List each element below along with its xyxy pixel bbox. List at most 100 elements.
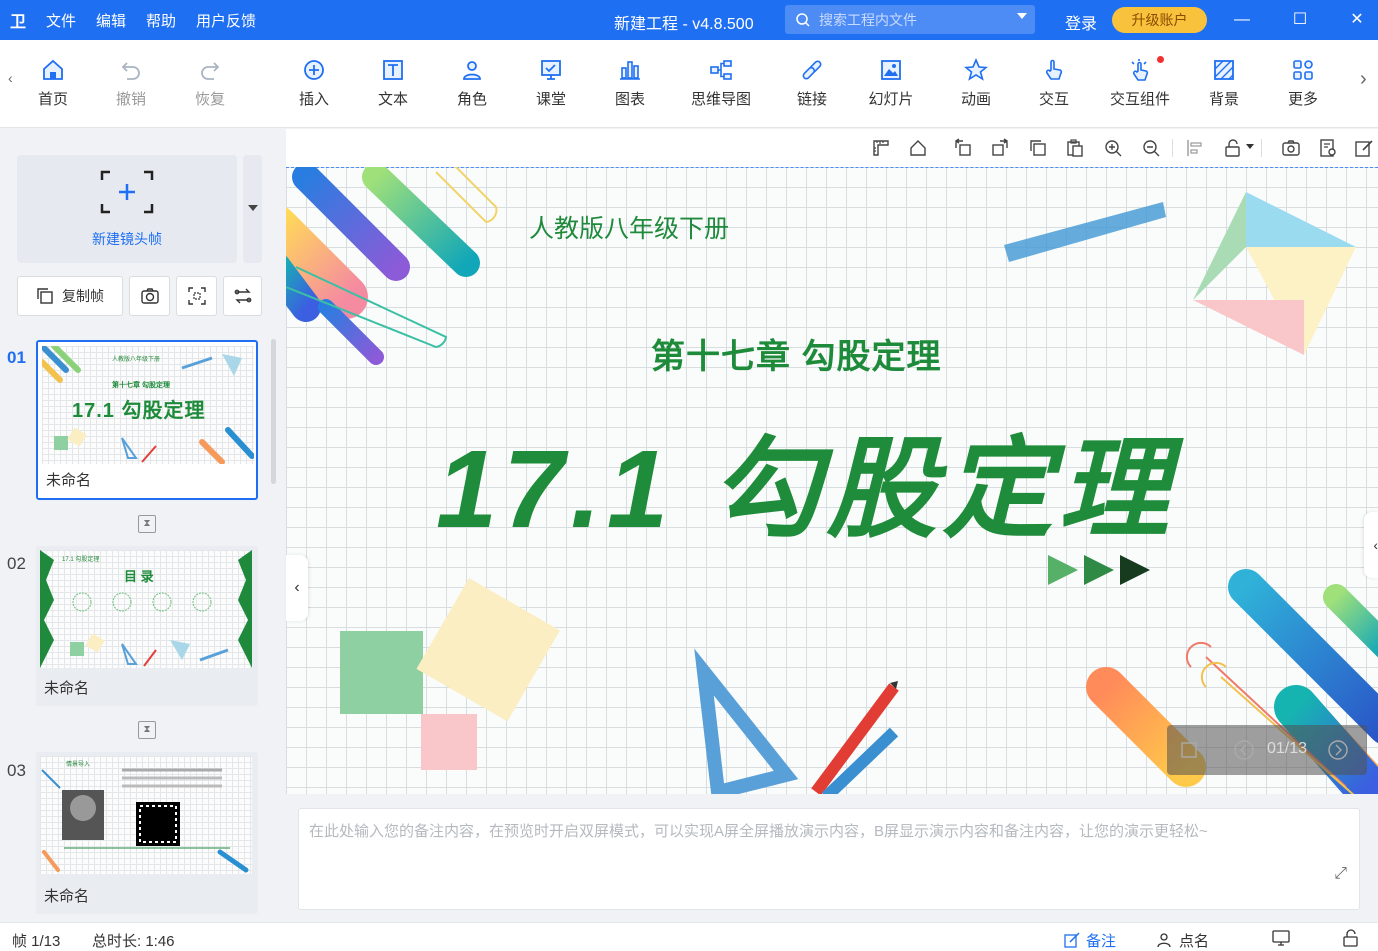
frame-thumb-03[interactable]: 情景导入 未命名	[36, 752, 258, 914]
search-input[interactable]: 搜索工程内文件	[785, 5, 1035, 34]
toolbar-chart[interactable]: 图表	[595, 58, 665, 109]
new-frame-dropdown[interactable]	[243, 155, 262, 263]
upgrade-button[interactable]: 升级账户	[1112, 7, 1207, 33]
toolbar-classroom[interactable]: 课堂	[516, 58, 586, 109]
paste-icon[interactable]	[1065, 138, 1085, 158]
classroom-icon	[541, 60, 561, 80]
login-button[interactable]: 登录	[1065, 10, 1097, 34]
edit-icon[interactable]	[1354, 138, 1374, 158]
notes-panel: 在此处输入您的备注内容，在预览时开启双屏模式，可以实现A屏全屏播放演示内容，B屏…	[286, 794, 1378, 922]
grid-icon	[1293, 60, 1313, 80]
chevron-left-icon: ‹	[1373, 537, 1378, 553]
screenshot-icon[interactable]	[1281, 138, 1301, 158]
chevron-down-icon	[248, 205, 258, 211]
thumb-chapter: 第十七章 勾股定理	[112, 382, 170, 389]
menu-file[interactable]: 文件	[36, 10, 86, 31]
toolbar-background[interactable]: 背景	[1189, 58, 1259, 109]
slide-canvas[interactable]: 人教版八年级下册 第十七章 勾股定理 17.1 勾股定理 01/13	[286, 167, 1378, 794]
align-left-icon[interactable]	[1185, 138, 1205, 158]
snapshot-button[interactable]	[129, 276, 170, 316]
lock-dropdown-icon[interactable]	[1246, 144, 1254, 149]
interact-component-icon	[1131, 59, 1149, 81]
slide-title[interactable]: 17.1 勾股定理	[436, 399, 1175, 559]
copy-icon[interactable]	[1028, 138, 1048, 158]
search-icon	[796, 12, 810, 27]
toolbar-scroll-right[interactable]: ›	[1360, 68, 1367, 91]
toolbar-link[interactable]: 链接	[777, 58, 847, 109]
ruler-icon[interactable]	[871, 138, 891, 158]
frame-number: 01	[7, 348, 26, 367]
menu-edit[interactable]: 编辑	[86, 10, 136, 31]
toolbar-interact-component[interactable]: 交互组件	[1102, 56, 1178, 109]
frame-icon[interactable]	[1179, 740, 1199, 760]
title-bar: 卫 文件 编辑 帮助 用户反馈 新建工程 - v4.8.500 搜索工程内文件 …	[0, 0, 1378, 40]
next-icon[interactable]	[1327, 739, 1349, 761]
menu-bar: 文件 编辑 帮助 用户反馈	[36, 10, 266, 31]
copy-frame-button[interactable]: 复制帧	[17, 276, 123, 316]
toolbar-role[interactable]: 角色	[437, 58, 507, 109]
notes-input[interactable]: 在此处输入您的备注内容，在预览时开启双屏模式，可以实现A屏全屏播放演示内容，B屏…	[298, 808, 1360, 910]
collapse-right-panel[interactable]: ‹	[1364, 512, 1378, 578]
screen-icon[interactable]	[1272, 930, 1290, 946]
toolbar-mindmap[interactable]: 思维导图	[685, 58, 757, 109]
slide-chapter[interactable]: 第十七章 勾股定理	[651, 329, 941, 378]
prev-icon[interactable]	[1233, 739, 1255, 761]
toolbar-animation[interactable]: 动画	[941, 58, 1011, 109]
unlock-icon[interactable]	[1342, 929, 1360, 947]
new-frame-icon	[100, 170, 154, 214]
thumb-subtitle: 情景导入	[66, 762, 91, 768]
toolbar-scroll-left[interactable]: ‹	[8, 70, 13, 86]
menu-feedback[interactable]: 用户反馈	[186, 10, 266, 31]
frame-number: 03	[7, 761, 26, 780]
page-indicator: 01/13	[1267, 740, 1308, 757]
notes-toggle-button[interactable]: 备注	[1064, 930, 1116, 951]
copy-icon	[37, 288, 53, 304]
toolbar-undo[interactable]: 撤销	[96, 58, 166, 109]
undo-icon	[121, 62, 140, 80]
transition-icon[interactable]: ⧗	[138, 515, 156, 533]
collapse-left-panel[interactable]: ‹	[286, 555, 308, 621]
star-icon	[964, 58, 988, 81]
frame-list-scrollbar[interactable]	[271, 339, 276, 484]
rollcall-button[interactable]: 点名	[1157, 930, 1209, 951]
rotate-left-icon[interactable]	[953, 138, 973, 158]
lock-icon[interactable]	[1223, 138, 1243, 158]
settings-doc-icon[interactable]	[1318, 138, 1338, 158]
menu-help[interactable]: 帮助	[136, 10, 186, 31]
toolbar-interact[interactable]: 交互	[1019, 58, 1089, 109]
edit-note-icon	[1064, 932, 1080, 948]
search-dropdown-icon[interactable]	[1017, 13, 1027, 19]
toolbar-slideshow[interactable]: 幻灯片	[856, 58, 926, 109]
transition-icon[interactable]: ⧗	[138, 721, 156, 739]
toolbar-redo[interactable]: 恢复	[175, 58, 245, 109]
thumb-title: 目 录	[124, 569, 154, 584]
toolbar-text[interactable]: 文本	[358, 58, 428, 109]
zoom-out-icon[interactable]	[1141, 138, 1161, 158]
close-button[interactable]: ✕	[1345, 8, 1369, 32]
frame-counter: 帧 1/13	[12, 933, 61, 950]
home-icon	[43, 59, 63, 80]
expand-icon[interactable]: ⤢	[1334, 861, 1347, 887]
redo-icon	[201, 62, 220, 80]
frame-name: 未命名	[44, 888, 90, 905]
zoom-in-icon[interactable]	[1103, 138, 1123, 158]
chart-icon	[620, 61, 640, 80]
maximize-button[interactable]: ☐	[1288, 8, 1312, 32]
frame-thumb-01[interactable]: 人教版八年级下册 第十七章 勾股定理 17.1 勾股定理 未命名	[36, 340, 258, 500]
rotate-right-icon[interactable]	[990, 138, 1010, 158]
toolbar-home[interactable]: 首页	[18, 58, 88, 109]
transition-button[interactable]	[223, 276, 262, 316]
camera-icon	[140, 288, 159, 304]
new-frame-button[interactable]: 新建镜头帧	[17, 155, 237, 263]
frame-thumb-02[interactable]: 17.1 勾股定理 目 录 未命名	[36, 546, 258, 706]
toolbar-insert[interactable]: 插入	[279, 58, 349, 109]
toolbar-more[interactable]: 更多	[1268, 58, 1338, 109]
home-view-icon[interactable]	[908, 138, 928, 158]
plus-circle-icon	[304, 60, 324, 80]
minimize-button[interactable]: —	[1230, 8, 1254, 32]
search-placeholder: 搜索工程内文件	[819, 11, 917, 28]
link-icon	[802, 60, 822, 80]
slide-subtitle[interactable]: 人教版八年级下册	[529, 209, 729, 245]
fit-frame-button[interactable]	[176, 276, 217, 316]
slide-icon	[881, 60, 901, 80]
